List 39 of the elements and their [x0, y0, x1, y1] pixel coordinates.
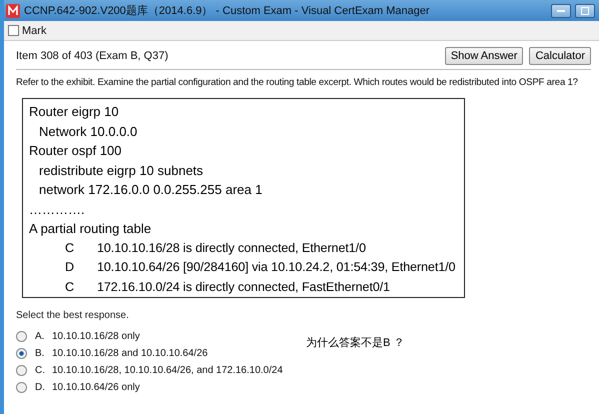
option-text: 10.10.10.16/28, 10.10.10.64/26, and 172.16.10.0/24: [52, 365, 283, 376]
calculator-button[interactable]: Calculator: [529, 47, 591, 65]
option-letter: B.: [35, 348, 46, 359]
exhibit-line: Router ospf 100: [29, 142, 122, 160]
route-entry: 172.16.10.0/24 is directly connected, FastEthernet0/1: [97, 278, 390, 296]
route-code: C: [65, 240, 75, 256]
option-letter: D.: [35, 382, 46, 393]
exhibit-line: Router eigrp 10: [29, 103, 119, 121]
option-text: 10.10.10.64/26 only: [52, 382, 140, 393]
option-text: 10.10.10.16/28 and 10.10.10.64/26: [52, 348, 208, 359]
option-radio[interactable]: [16, 331, 27, 342]
option-radio[interactable]: [16, 365, 27, 376]
question-text: Refer to the exhibit. Examine the partial configuration and the routing table excerpt. Which routes would be redistributed into OSPF area 1?: [16, 76, 578, 89]
mark-label[interactable]: Mark: [22, 24, 46, 36]
route-entry: 10.10.10.64/26 [90/284160] via 10.10.24.2, 01:54:39, Ethernet1/0: [97, 259, 456, 276]
route-entry: 10.10.10.16/28 is directly connected, Ethernet1/0: [97, 240, 366, 257]
note-text: 为什么答案不是B ？: [306, 336, 404, 351]
mark-checkbox[interactable]: [8, 25, 19, 36]
minimize-icon: [557, 10, 565, 12]
maximize-icon: [581, 6, 589, 14]
exhibit-line: network 172.16.0.0 0.0.255.255 area 1: [38, 181, 262, 199]
prompt-text: Select the best response.: [16, 310, 130, 321]
option-radio[interactable]: [16, 348, 27, 359]
minimize-button[interactable]: [551, 4, 571, 18]
option-letter: C.: [35, 365, 46, 376]
exhibit-line: ………….: [29, 200, 85, 218]
option-radio[interactable]: [16, 382, 27, 393]
option-text: 10.10.10.16/28 only: [52, 331, 140, 342]
maximize-button[interactable]: [575, 4, 595, 18]
window-title: CCNP.642-902.V200题库（2014.6.9） - Custom Exam - Visual CertExam Manager: [24, 4, 431, 18]
exhibit-line: redistribute eigrp 10 subnets: [38, 162, 204, 180]
item-counter: Item 308 of 403 (Exam B, Q37): [16, 50, 168, 62]
option-letter: A.: [35, 331, 46, 342]
exhibit-line: Network 10.0.0.0: [38, 122, 138, 140]
app-logo-icon: [6, 4, 20, 18]
show-answer-button[interactable]: Show Answer: [444, 47, 524, 65]
route-code: D: [65, 259, 75, 276]
exhibit-line: A partial routing table: [29, 220, 152, 238]
route-code: C: [65, 278, 75, 296]
